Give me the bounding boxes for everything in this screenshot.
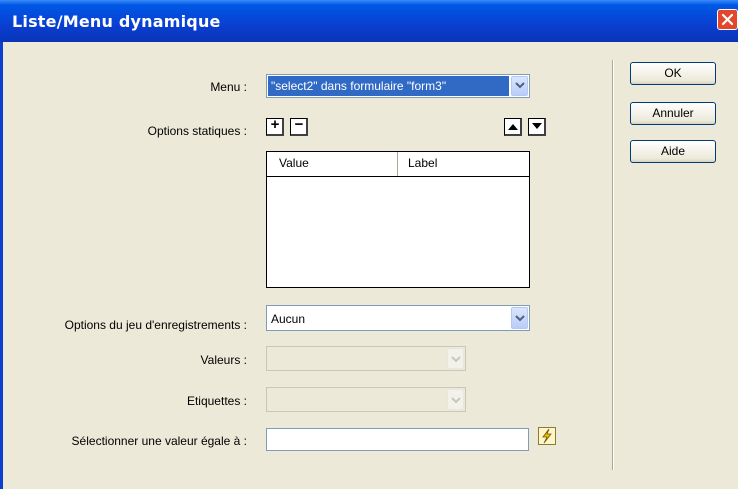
menu-select-value: "select2" dans formulaire "form3" [268, 76, 509, 96]
triangle-down-icon [532, 123, 542, 129]
lightning-bolt-icon [538, 427, 556, 445]
ok-button[interactable]: OK [630, 62, 716, 85]
annuler-button[interactable]: Annuler [630, 102, 716, 125]
recordset-label: Options du jeu d'enregistrements : [64, 318, 247, 332]
etiquettes-select[interactable] [266, 387, 466, 412]
remove-option-button[interactable]: − [290, 116, 308, 136]
etiquettes-dropdown-arrow [447, 389, 464, 410]
title-bar: Liste/Menu dynamique [0, 0, 738, 42]
valeurs-label: Valeurs : [200, 353, 247, 367]
window-border [0, 42, 3, 489]
vertical-separator [612, 60, 614, 470]
dynamic-data-button[interactable] [538, 427, 556, 445]
recordset-select[interactable]: Aucun [266, 305, 530, 331]
select-value-label: Sélectionner une valeur égale à : [71, 434, 247, 448]
column-header-value[interactable]: Value [279, 156, 309, 170]
triangle-up-icon [508, 124, 518, 130]
menu-select[interactable]: "select2" dans formulaire "form3" [266, 74, 530, 98]
options-table-header: Value Label [267, 152, 529, 177]
window-title: Liste/Menu dynamique [12, 12, 221, 31]
aide-button[interactable]: Aide [630, 140, 716, 163]
chevron-down-icon [515, 315, 525, 322]
valeurs-dropdown-arrow [447, 348, 464, 369]
close-button[interactable] [717, 9, 738, 30]
chevron-down-icon [451, 397, 461, 404]
column-header-label[interactable]: Label [408, 156, 437, 170]
options-statiques-label: Options statiques : [147, 124, 247, 138]
move-up-button[interactable] [504, 118, 522, 136]
valeurs-select[interactable] [266, 346, 466, 371]
recordset-dropdown-arrow[interactable] [511, 307, 528, 329]
etiquettes-label: Etiquettes : [186, 394, 247, 408]
add-option-button[interactable]: + [266, 116, 284, 136]
menu-dropdown-arrow[interactable] [511, 76, 528, 96]
chevron-down-icon [451, 356, 461, 363]
chevron-down-icon [515, 82, 525, 89]
menu-label: Menu : [210, 80, 247, 94]
minus-icon: − [294, 116, 304, 133]
move-down-button[interactable] [528, 118, 546, 136]
select-value-field[interactable] [266, 428, 529, 451]
recordset-select-value: Aucun [271, 312, 306, 326]
plus-icon: + [270, 116, 280, 133]
close-icon [721, 13, 734, 26]
column-divider [397, 152, 398, 176]
options-table[interactable]: Value Label [266, 151, 530, 288]
